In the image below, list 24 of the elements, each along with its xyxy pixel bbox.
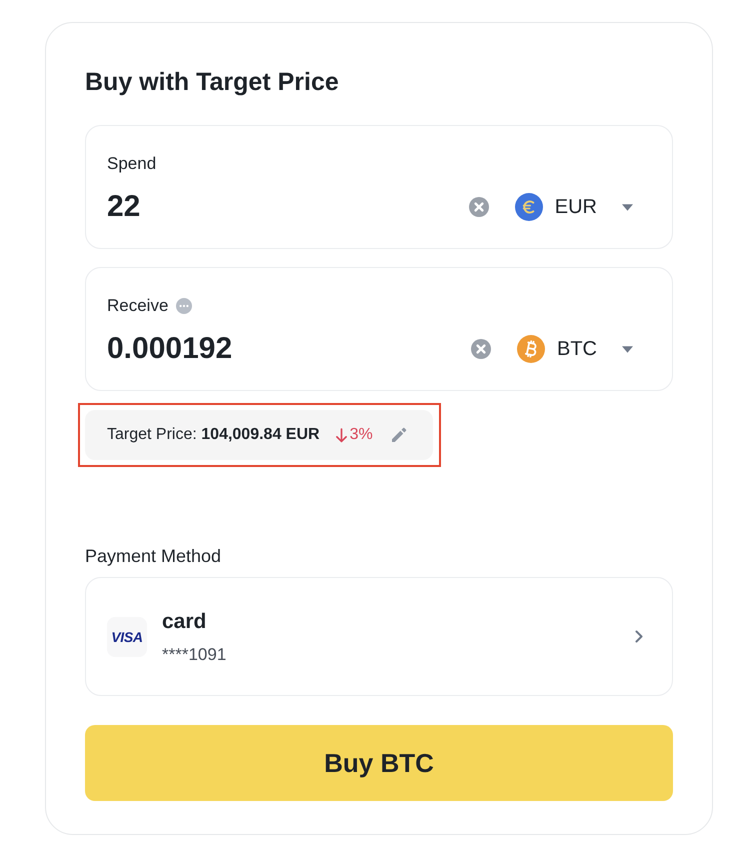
field-label: Receive xyxy=(107,295,168,317)
payment-method-card[interactable]: VISA card ****1091 xyxy=(85,577,673,696)
price-change: 3% xyxy=(350,426,373,444)
card-number: ****1091 xyxy=(162,644,226,664)
bitcoin-coin-icon xyxy=(517,335,545,363)
euro-coin-icon xyxy=(514,193,543,221)
payment-method-name: card xyxy=(162,608,206,634)
section-heading: Payment Method xyxy=(85,545,222,567)
amount-input[interactable]: 0.000192 xyxy=(107,330,471,368)
amount-input[interactable]: 22 xyxy=(107,188,469,226)
currency-selector[interactable]: BTC xyxy=(517,335,633,363)
clear-icon[interactable] xyxy=(471,339,491,359)
caret-icon xyxy=(622,204,633,210)
chevron-right-icon xyxy=(635,630,643,643)
card-brand-logo: VISA xyxy=(107,616,147,656)
caret-icon xyxy=(622,346,633,352)
currency-selector[interactable]: EUR xyxy=(514,193,633,221)
more-info-icon[interactable] xyxy=(176,298,192,314)
clear-icon[interactable] xyxy=(468,197,489,217)
target-price-text: Target Price: 104,009.84 EUR xyxy=(107,426,320,444)
field-label: Spend xyxy=(107,153,156,175)
buy-button[interactable]: Buy BTC xyxy=(85,725,673,801)
edit-icon[interactable] xyxy=(390,427,407,443)
panel-title: Buy with Target Price xyxy=(85,67,340,98)
